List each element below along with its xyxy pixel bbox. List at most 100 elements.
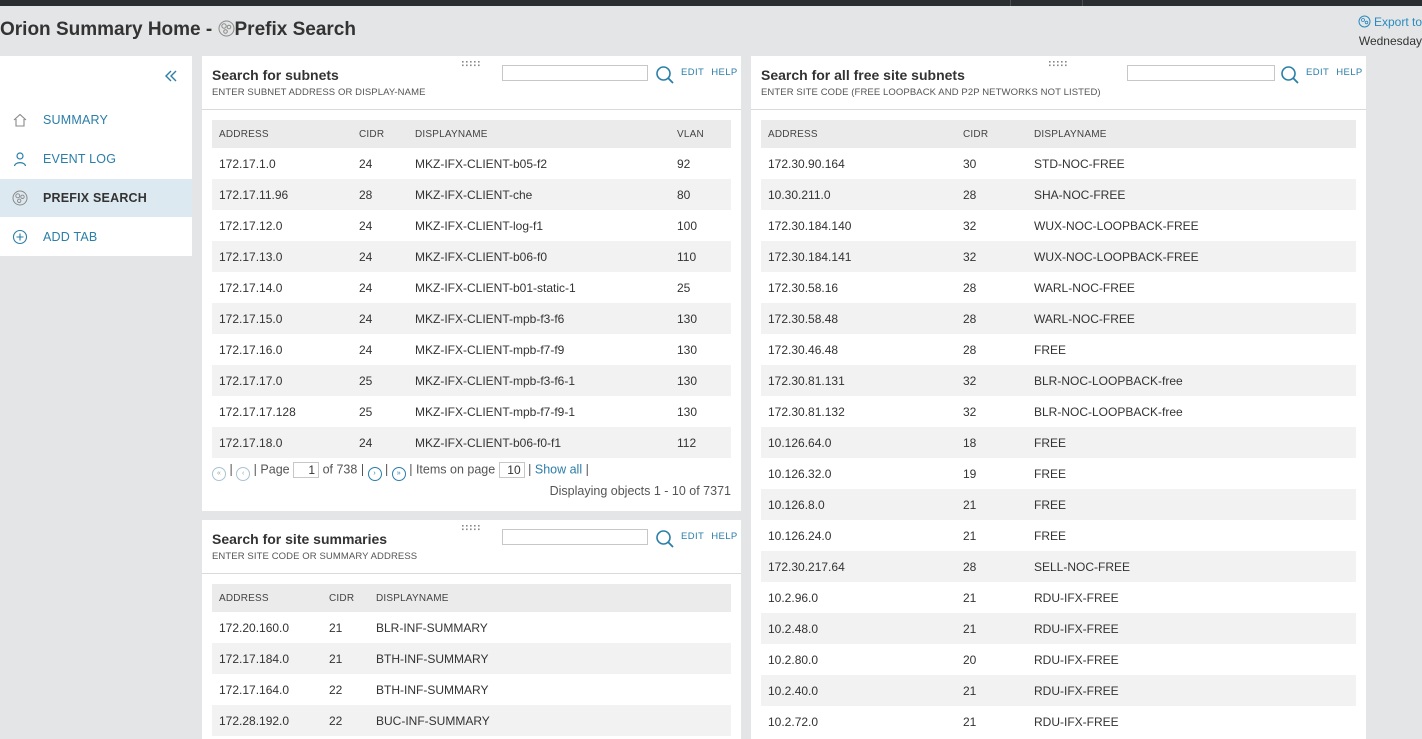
collapse-sidebar-icon[interactable] [163,68,179,84]
column-header[interactable]: ADDRESS [212,120,352,148]
column-header[interactable]: CIDR [322,584,369,612]
table-row[interactable]: 10.126.24.0 21 FREE [761,520,1356,551]
cell-cidr: 25 [359,404,373,419]
search-icon[interactable] [1280,65,1300,85]
search-icon[interactable] [655,529,675,549]
table-row[interactable]: 172.30.217.64 28 SELL-NOC-FREE [761,551,1356,582]
panel-links: EDIT HELP [1306,67,1366,78]
next-page-icon[interactable]: › [367,467,382,482]
cell-cidr: 21 [963,590,977,605]
table-row[interactable]: 10.30.211.0 28 SHA-NOC-FREE [761,179,1356,210]
cell-vlan: 80 [670,179,731,210]
table-row[interactable]: 10.126.64.0 18 FREE [761,427,1356,458]
table-row[interactable]: 10.2.48.0 21 RDU-IFX-FREE [761,613,1356,644]
table-row[interactable]: 172.17.1.0 24 MKZ-IFX-CLIENT-b05-f2 92 [212,148,731,179]
summary-search-input[interactable] [502,529,648,545]
table-row[interactable]: 10.2.96.0 21 RDU-IFX-FREE [761,582,1356,613]
table-row[interactable]: 172.30.46.48 28 FREE [761,334,1356,365]
cell-address: 172.30.81.132 [768,404,845,419]
free-subnet-search-input[interactable] [1127,65,1275,81]
column-header[interactable]: VLAN [670,120,731,148]
table-row[interactable]: 172.17.16.0 24 MKZ-IFX-CLIENT-mpb-f7-f9 130 [212,334,731,365]
table-row[interactable]: 172.17.12.0 24 MKZ-IFX-CLIENT-log-f1 100 [212,210,731,241]
table-header-row: ADDRESS CIDR DISPLAYNAME VLAN [212,120,731,148]
table-row[interactable]: 172.17.14.0 24 MKZ-IFX-CLIENT-b01-static-1… [212,272,731,303]
globe-icon [12,190,28,206]
column-header[interactable]: DISPLAYNAME [1027,120,1356,148]
column-header[interactable]: ADDRESS [761,120,956,148]
column-header[interactable]: CIDR [352,120,408,148]
column-header[interactable]: ADDRESS [212,584,322,612]
cell-cidr: 21 [956,489,1027,520]
cell-displayname: FREE [1034,466,1067,481]
table-row[interactable]: 172.17.15.0 24 MKZ-IFX-CLIENT-mpb-f3-f6 130 [212,303,731,334]
table-row[interactable]: 172.20.160.0 21 BLR-INF-SUMMARY [212,612,731,643]
table-row[interactable]: 172.30.81.131 32 BLR-NOC-LOOPBACK-free [761,365,1356,396]
cell-address: 172.17.17.128 [219,404,296,419]
export-icon [1358,15,1371,28]
edit-link[interactable]: EDIT [681,531,704,542]
subnet-search-input[interactable] [502,65,648,81]
table-row[interactable]: 172.17.164.0 22 BTH-INF-SUMMARY [212,674,731,705]
export-link[interactable]: Export to [1358,15,1422,29]
column-header[interactable]: DISPLAYNAME [369,584,731,612]
table-row[interactable]: 172.30.58.48 28 WARL-NOC-FREE [761,303,1356,334]
table-row[interactable]: 172.17.17.0 25 MKZ-IFX-CLIENT-mpb-f3-f6-1 1… [212,365,731,396]
cell-cidr: 32 [963,404,977,419]
table-row[interactable]: 172.17.184.0 21 BTH-INF-SUMMARY [212,643,731,674]
sidebar-item-prefix-search[interactable]: PREFIX SEARCH [0,179,192,217]
cell-cidr: 32 [963,218,977,233]
edit-link[interactable]: EDIT [681,67,704,78]
table-row[interactable]: 10.126.32.0 19 FREE [761,458,1356,489]
site-summaries-panel: Search for site summaries ENTER SITE COD… [202,520,741,739]
table-row[interactable]: 172.17.18.0 24 MKZ-IFX-CLIENT-b06-f0-f1 112 [212,427,731,458]
cell-address: 10.2.40.0 [761,675,956,706]
column-header[interactable]: DISPLAYNAME [408,120,670,148]
table-row[interactable]: 172.30.81.132 32 BLR-NOC-LOOPBACK-free [761,396,1356,427]
drag-handle-icon[interactable] [461,60,481,67]
drag-handle-icon[interactable] [461,524,481,531]
table-row[interactable]: 172.30.184.141 32 WUX-NOC-LOOPBACK-FREE [761,241,1356,272]
last-page-icon[interactable]: » [391,467,406,482]
cell-displayname: RDU-IFX-FREE [1027,613,1356,644]
cell-cidr: 24 [359,218,373,233]
cell-address: 10.126.32.0 [768,466,832,481]
cell-vlan: 130 [677,404,698,419]
table-row[interactable]: 172.30.90.164 30 STD-NOC-FREE [761,148,1356,179]
panel-title: Search for all free site subnets [761,67,965,83]
previous-page-icon[interactable]: ‹ [236,467,251,482]
cell-vlan: 25 [677,280,691,295]
help-link[interactable]: HELP [711,67,737,78]
cell-displayname: WUX-NOC-LOOPBACK-FREE [1034,218,1199,233]
table-row[interactable]: 172.17.13.0 24 MKZ-IFX-CLIENT-b06-f0 110 [212,241,731,272]
sidebar-item-summary[interactable]: SUMMARY [0,101,192,139]
page-number-input[interactable] [293,462,320,478]
page-count-label: of 738 [322,462,358,477]
table-row[interactable]: 172.30.58.16 28 WARL-NOC-FREE [761,272,1356,303]
export-label: Export to [1373,15,1422,29]
items-per-page-input[interactable] [498,462,525,478]
table-row[interactable]: 10.2.80.0 20 RDU-IFX-FREE [761,644,1356,675]
help-link[interactable]: HELP [711,531,737,542]
edit-link[interactable]: EDIT [1306,67,1329,78]
column-header[interactable]: CIDR [956,120,1027,148]
help-link[interactable]: HELP [1336,67,1362,78]
table-row[interactable]: 172.17.17.128 25 MKZ-IFX-CLIENT-mpb-f7-f9-… [212,396,731,427]
show-all-link[interactable]: Show all [535,462,582,476]
cell-address: 172.28.192.0 [212,705,322,736]
sidebar-item-add-tab[interactable]: ADD TAB [0,218,192,256]
table-row[interactable]: 10.2.40.0 21 RDU-IFX-FREE [761,675,1356,706]
table-row[interactable]: 10.126.8.0 21 FREE [761,489,1356,520]
cell-address: 10.2.48.0 [761,613,956,644]
cell-cidr: 28 [956,551,1027,582]
first-page-icon[interactable]: « [212,467,226,482]
table-row[interactable]: 10.2.72.0 21 RDU-IFX-FREE [761,706,1356,737]
drag-handle-icon[interactable] [1048,60,1068,67]
table-row[interactable]: 172.17.11.96 28 MKZ-IFX-CLIENT-che 80 [212,179,731,210]
table-row[interactable]: 172.28.192.0 22 BUC-INF-SUMMARY [212,705,731,736]
cell-displayname: MKZ-IFX-CLIENT-che [408,179,670,210]
search-icon[interactable] [655,65,675,85]
panel-links: EDIT HELP [681,531,741,542]
table-row[interactable]: 172.30.184.140 32 WUX-NOC-LOOPBACK-FREE [761,210,1356,241]
sidebar-item-event-log[interactable]: EVENT LOG [0,140,192,178]
